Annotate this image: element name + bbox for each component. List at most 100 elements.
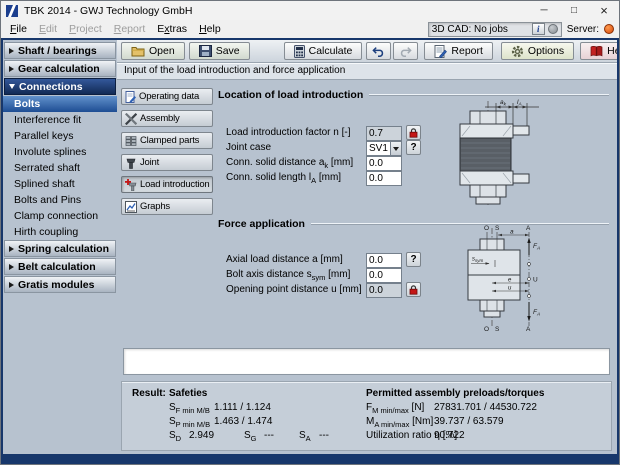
menu-file[interactable]: File [4, 22, 33, 36]
sidebar-group-shaft-bearings[interactable]: Shaft / bearings [4, 42, 116, 59]
calculator-icon [294, 45, 305, 58]
safety-sg-sym: SG [244, 430, 257, 441]
menu-help[interactable]: Help [193, 22, 227, 36]
utilization-value: 90.722 [434, 430, 465, 441]
module-button-operating-data[interactable]: Operating data [121, 88, 213, 105]
undo-button[interactable] [366, 42, 391, 60]
sidebar-item-bolts-and-pins[interactable]: Bolts and Pins [3, 192, 117, 208]
open-button[interactable]: Open [121, 42, 185, 60]
joint-case-select[interactable]: SV1 [366, 141, 402, 156]
sidebar-group-spring-calculation[interactable]: Spring calculation [4, 240, 116, 257]
chevron-right-icon [9, 264, 14, 270]
help-button[interactable]: ? [406, 140, 421, 155]
module-button-joint[interactable]: Joint [121, 154, 213, 171]
help-book-icon [590, 45, 603, 57]
svg-text:U: U [533, 277, 538, 284]
sidebar-item-hirth-coupling[interactable]: Hirth coupling [3, 224, 117, 240]
sidebar-item-involute-splines[interactable]: Involute splines [3, 144, 117, 160]
sidebar-item-clamp-connection[interactable]: Clamp connection [3, 208, 117, 224]
gear-icon [511, 45, 524, 58]
redo-button[interactable] [393, 42, 418, 60]
load-introduction-icon [125, 179, 137, 191]
result-panel: Result: Safeties SF min M/B 1.111 / 1.12… [121, 381, 612, 451]
graphs-icon [125, 201, 137, 213]
close-button[interactable]: × [589, 1, 619, 20]
section-title: Force application [218, 218, 305, 230]
safety-sa-value: --- [319, 430, 329, 441]
options-button[interactable]: Options [501, 42, 574, 60]
form-row-bolt-axis-distance: Bolt axis distance ssym [mm] [226, 269, 426, 284]
lock-button[interactable] [406, 125, 421, 140]
axial-load-distance-input[interactable] [366, 253, 402, 268]
workspace: Shaft / bearings Gear calculation Connec… [3, 40, 617, 454]
chevron-right-icon [9, 246, 14, 252]
chevron-right-icon [9, 66, 14, 72]
module-button-load-introduction[interactable]: Load introduction [121, 176, 213, 193]
load-introduction-factor-input[interactable] [366, 126, 402, 141]
field-label: Axial load distance a [mm] [226, 254, 343, 265]
svg-text:A: A [526, 225, 531, 232]
svg-text:FA: FA [533, 243, 540, 252]
section-title: Location of load introduction [218, 89, 363, 101]
sidebar-group-belt-calculation[interactable]: Belt calculation [4, 258, 116, 275]
result-label: Result: [132, 388, 166, 399]
form-row-conn-solid-distance: Conn. solid distance ak [mm] [226, 157, 426, 172]
sidebar-group-gratis-modules[interactable]: Gratis modules [4, 276, 116, 293]
svg-text:lA: lA [517, 99, 522, 108]
report-button[interactable]: Report [424, 42, 493, 60]
preload-ma-value: 39.737 / 63.579 [434, 416, 504, 427]
chevron-right-icon [9, 282, 14, 288]
field-label: Opening point distance u [mm] [226, 284, 362, 295]
maximize-button[interactable]: □ [559, 1, 589, 20]
sidebar-item-serrated-shaft[interactable]: Serrated shaft [3, 160, 117, 176]
info-button[interactable]: i [532, 23, 545, 35]
module-button-assembly[interactable]: Assembly [121, 110, 213, 127]
form-row-conn-solid-length: Conn. solid length lA [mm] [226, 172, 426, 187]
sidebar-item-splined-shaft[interactable]: Splined shaft [3, 176, 117, 192]
conn-solid-length-input[interactable] [366, 171, 402, 186]
tools-icon [125, 113, 137, 125]
sidebar-item-bolts[interactable]: Bolts [3, 96, 117, 112]
cad-status-box: 3D CAD: No jobs i [428, 22, 562, 37]
server-status-indicator [604, 24, 614, 34]
svg-text:O: O [484, 225, 489, 232]
sidebar-group-gear-calculation[interactable]: Gear calculation [4, 60, 116, 77]
safety-sf-sym: SF min M/B [169, 402, 210, 413]
menu-extras[interactable]: Extras [151, 22, 193, 36]
minimize-button[interactable]: ─ [529, 1, 559, 20]
module-nav: Operating data Assembly Clamped parts [121, 88, 213, 220]
help-button[interactable]: Help [580, 42, 617, 60]
chevron-right-icon [9, 48, 14, 54]
sidebar-item-interference-fit[interactable]: Interference fit [3, 112, 117, 128]
module-button-graphs[interactable]: Graphs [121, 198, 213, 215]
svg-text:A: A [526, 326, 531, 333]
safeties-title: Safeties [169, 388, 207, 399]
svg-text:ak: ak [500, 99, 507, 108]
clamped-parts-icon [125, 135, 137, 147]
bolt-axis-distance-input[interactable] [366, 268, 402, 283]
safety-sf-value: 1.111 / 1.124 [214, 402, 271, 413]
lock-icon [409, 128, 418, 138]
field-label: Load introduction factor n [-] [226, 127, 351, 138]
sidebar-group-connections[interactable]: Connections [4, 78, 116, 95]
sidebar-item-parallel-keys[interactable]: Parallel keys [3, 128, 117, 144]
lock-button[interactable] [406, 282, 421, 297]
safety-sp-sym: SP min M/B [169, 416, 210, 427]
sidebar: Shaft / bearings Gear calculation Connec… [3, 40, 117, 454]
opening-point-distance-input[interactable] [366, 283, 402, 298]
svg-text:O: O [484, 326, 489, 333]
report-document-icon [434, 45, 447, 58]
preload-fm-value: 27831.701 / 44530.722 [434, 402, 537, 413]
preload-fm-sym: FM min/max [N] [366, 402, 424, 413]
calculate-button[interactable]: Calculate [284, 42, 363, 60]
help-button[interactable]: ? [406, 252, 421, 267]
server-label: Server: [567, 24, 599, 35]
module-button-clamped-parts[interactable]: Clamped parts [121, 132, 213, 149]
conn-solid-distance-input[interactable] [366, 156, 402, 171]
content-area: Operating data Assembly Clamped parts [117, 80, 617, 454]
save-button[interactable]: Save [189, 42, 250, 60]
menu-report: Report [108, 22, 152, 36]
field-label: Conn. solid length lA [mm] [226, 172, 341, 183]
toolbar: Open Save Calculate [117, 40, 617, 63]
preload-ma-sym: MA min/max [Nm] [366, 416, 433, 427]
